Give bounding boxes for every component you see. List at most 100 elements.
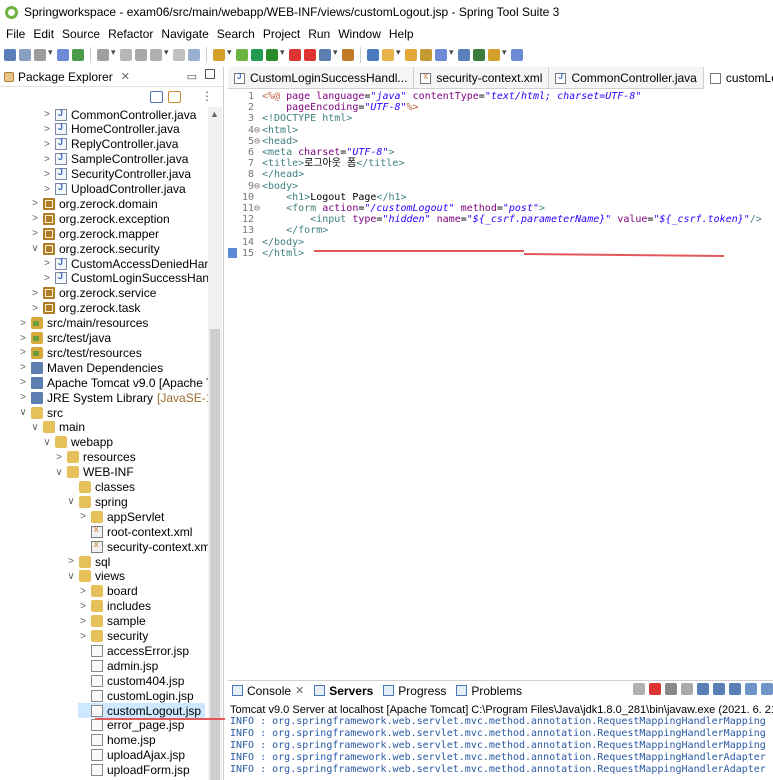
tree-item[interactable]: > sample xyxy=(78,614,146,629)
toolbar-button-icon[interactable] xyxy=(19,49,31,61)
chevron-down-icon[interactable]: ∨ xyxy=(18,407,28,418)
tree-item[interactable]: home.jsp xyxy=(78,733,156,748)
fold-toggle-icon[interactable]: ⊖ xyxy=(254,136,260,148)
chevron-down-icon[interactable] xyxy=(396,47,402,61)
toolbar-button-icon[interactable] xyxy=(4,49,16,61)
tree-item[interactable]: > UploadController.java xyxy=(42,182,186,197)
console-tab-servers[interactable]: Servers xyxy=(314,684,373,698)
chevron-right-icon[interactable]: > xyxy=(66,556,76,567)
chevron-right-icon[interactable]: > xyxy=(42,169,52,180)
remove-all-icon[interactable] xyxy=(681,683,693,695)
chevron-right-icon[interactable]: > xyxy=(54,452,64,463)
menu-navigate[interactable]: Navigate xyxy=(157,27,212,41)
toolbar-button-icon[interactable] xyxy=(213,49,225,61)
chevron-down-icon[interactable] xyxy=(502,47,508,61)
toolbar-button-icon[interactable] xyxy=(473,49,485,61)
chevron-right-icon[interactable]: > xyxy=(30,198,40,209)
tree-item[interactable]: ∨ WEB-INF xyxy=(54,465,133,480)
tree-item[interactable]: > JRE System Library[JavaSE-1.8] xyxy=(18,390,208,405)
word-wrap-icon[interactable] xyxy=(713,683,725,695)
toolbar-button-icon[interactable] xyxy=(511,49,523,61)
toolbar-button-icon[interactable] xyxy=(266,49,278,61)
toolbar-button-icon[interactable] xyxy=(405,49,417,61)
tree-item[interactable]: uploadForm.jsp xyxy=(78,763,190,778)
chevron-right-icon[interactable]: > xyxy=(78,616,88,627)
tree-item[interactable]: root-context.xml xyxy=(78,524,192,539)
chevron-right-icon[interactable]: > xyxy=(18,333,28,344)
view-menu-icon[interactable]: ⋮ xyxy=(201,89,213,103)
toolbar-button-icon[interactable] xyxy=(488,49,500,61)
toolbar-button-icon[interactable] xyxy=(57,49,69,61)
tree-item[interactable]: ∨ main xyxy=(30,420,85,435)
tree-item[interactable]: classes xyxy=(66,480,135,495)
chevron-down-icon[interactable] xyxy=(164,47,170,61)
tree-item[interactable]: > CustomLoginSuccessHandler.ja xyxy=(42,271,208,286)
collapse-all-icon[interactable] xyxy=(150,91,163,103)
tree-item[interactable]: custom404.jsp xyxy=(78,673,184,688)
chevron-right-icon[interactable]: > xyxy=(78,601,88,612)
fold-toggle-icon[interactable]: ⊖ xyxy=(254,203,260,215)
chevron-down-icon[interactable]: ∨ xyxy=(42,437,52,448)
tree-item[interactable]: > ReplyController.java xyxy=(42,137,178,152)
console-tab-console[interactable]: Console ✕ xyxy=(232,684,304,698)
menu-file[interactable]: File xyxy=(2,27,29,41)
tree-item[interactable]: > org.zerock.domain xyxy=(30,196,158,211)
tree-item[interactable]: security-context.xml xyxy=(78,539,208,554)
tree-item[interactable]: > CustomAccessDeniedHandler.j xyxy=(42,256,208,271)
tree-item[interactable]: ∨ src xyxy=(18,405,63,420)
chevron-right-icon[interactable]: > xyxy=(18,318,28,329)
chevron-right-icon[interactable]: > xyxy=(42,109,52,120)
chevron-right-icon[interactable]: > xyxy=(18,377,28,388)
tree-item[interactable]: > resources xyxy=(54,450,136,465)
toolbar-button-icon[interactable] xyxy=(97,49,109,61)
tree-item[interactable]: > SampleController.java xyxy=(42,152,188,167)
toolbar-button-icon[interactable] xyxy=(120,49,132,61)
toolbar-button-icon[interactable] xyxy=(367,49,379,61)
tree-item[interactable]: accessError.jsp xyxy=(78,643,189,658)
chevron-down-icon[interactable] xyxy=(280,47,286,61)
tree-item[interactable]: ∨ org.zerock.security xyxy=(30,241,159,256)
chevron-down-icon[interactable]: ∨ xyxy=(30,422,40,433)
menu-search[interactable]: Search xyxy=(213,27,259,41)
tree-item[interactable]: ∨ spring xyxy=(66,494,127,509)
tree-item[interactable]: > Apache Tomcat v9.0 [Apache Tomca xyxy=(18,375,208,390)
chevron-right-icon[interactable]: > xyxy=(30,288,40,299)
menu-help[interactable]: Help xyxy=(385,27,418,41)
tree-item[interactable]: ∨ webapp xyxy=(42,435,113,450)
tree-item[interactable]: admin.jsp xyxy=(78,658,158,673)
chevron-down-icon[interactable] xyxy=(111,47,117,61)
console-tab-problems[interactable]: Problems xyxy=(456,684,522,698)
tree-item[interactable]: > org.zerock.mapper xyxy=(30,226,159,241)
editor-tab[interactable]: CustomLoginSuccessHandl... xyxy=(228,67,415,89)
toolbar-button-icon[interactable] xyxy=(34,49,46,61)
toolbar-button-icon[interactable] xyxy=(342,49,354,61)
tree-item[interactable]: > src/main/resources xyxy=(18,316,148,331)
toolbar-button-icon[interactable] xyxy=(72,49,84,61)
toolbar-button-icon[interactable] xyxy=(435,49,447,61)
toolbar-button-icon[interactable] xyxy=(251,49,263,61)
chevron-right-icon[interactable]: > xyxy=(30,303,40,314)
remove-launch-icon[interactable] xyxy=(665,683,677,695)
tree-item[interactable]: > HomeController.java xyxy=(42,122,180,137)
tree-item[interactable]: > org.zerock.task xyxy=(30,301,140,316)
scroll-lock-icon[interactable] xyxy=(697,683,709,695)
chevron-right-icon[interactable]: > xyxy=(42,139,52,150)
chevron-right-icon[interactable]: > xyxy=(18,347,28,358)
chevron-down-icon[interactable]: ∨ xyxy=(30,243,40,254)
chevron-right-icon[interactable]: > xyxy=(42,124,52,135)
close-icon[interactable]: ✕ xyxy=(295,684,304,697)
toolbar-button-icon[interactable] xyxy=(304,49,316,61)
chevron-down-icon[interactable]: ∨ xyxy=(66,571,76,582)
chevron-right-icon[interactable]: > xyxy=(42,258,52,269)
terminate-icon[interactable] xyxy=(649,683,661,695)
tree-item[interactable]: error_page.jsp xyxy=(78,718,184,733)
chevron-right-icon[interactable]: > xyxy=(42,184,52,195)
toolbar-button-icon[interactable] xyxy=(420,49,432,61)
menu-window[interactable]: Window xyxy=(334,27,385,41)
chevron-right-icon[interactable]: > xyxy=(18,392,28,403)
chevron-right-icon[interactable]: > xyxy=(78,511,88,522)
menu-source[interactable]: Source xyxy=(58,27,104,41)
chevron-down-icon[interactable] xyxy=(449,47,455,61)
package-explorer-tab[interactable]: Package Explorer ✕ ▭ xyxy=(0,67,223,87)
editor-tab[interactable]: CommonController.java xyxy=(549,67,704,89)
